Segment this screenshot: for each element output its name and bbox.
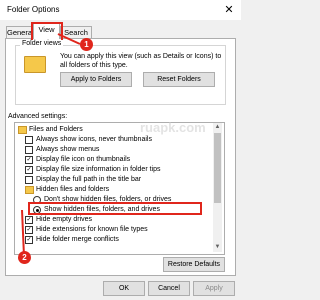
step-2-badge: 2 [18, 251, 31, 264]
annotation-arrows [21, 33, 81, 257]
step-1-badge: 1 [80, 38, 93, 51]
